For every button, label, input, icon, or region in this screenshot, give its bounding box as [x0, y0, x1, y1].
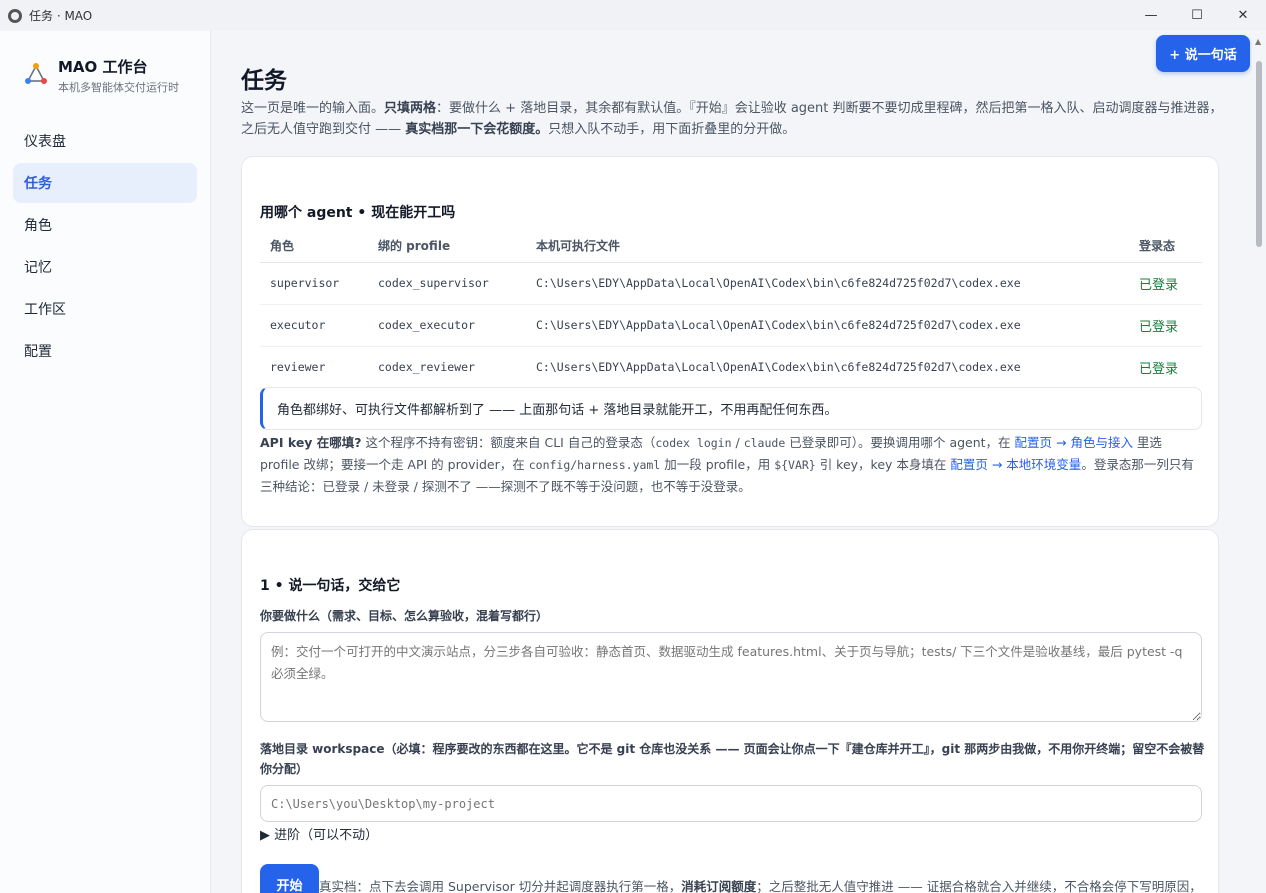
- login-status-cell: 已登录: [1129, 304, 1202, 347]
- role-cell: supervisor: [260, 262, 368, 305]
- brand-name: MAO 工作台: [58, 58, 148, 76]
- page-description: 这一页是唯一的输入面。只填两格：要做什么 + 落地目录，其余都有默认值。『开始』…: [241, 98, 1226, 140]
- main-content: + 说一句话 任务 这一页是唯一的输入面。只填两格：要做什么 + 落地目录，其余…: [211, 31, 1252, 893]
- profile-cell: codex_supervisor: [368, 262, 526, 305]
- start-note-emphasis: 消耗订阅额度: [681, 879, 757, 893]
- config-env-link[interactable]: 配置页 → 本地环境变量: [950, 457, 1081, 472]
- start-button[interactable]: 开始: [260, 864, 319, 893]
- note-code: ${VAR}: [774, 458, 816, 472]
- note-text: /: [731, 435, 744, 450]
- table-row: supervisor codex_supervisor C:\Users\EDY…: [260, 262, 1202, 305]
- note-text: 引 key，key 本身填在: [815, 457, 951, 472]
- say-something-button[interactable]: + 说一句话: [1156, 35, 1250, 72]
- login-status-cell: 已登录: [1139, 361, 1179, 377]
- role-cell: reviewer: [270, 360, 326, 375]
- need-field-label: 你要做什么（需求、目标、怎么算验收，混着写都行）: [260, 609, 549, 623]
- sidebar-nav: 仪表盘 任务 角色 记忆 工作区 配置: [0, 121, 210, 371]
- close-button[interactable]: ✕: [1220, 0, 1266, 31]
- workspace-input[interactable]: [260, 785, 1202, 822]
- column-header-profile: 绑的 profile: [368, 229, 526, 263]
- note-text: 这个程序不持有密钥：额度来自 CLI 自己的登录态（: [361, 435, 656, 450]
- desc-part: 只想入队不动手，用下面折叠里的分开做。: [548, 122, 796, 137]
- window-titlebar: 任务 · MAO — ☐ ✕: [0, 0, 1266, 31]
- table-row: reviewer codex_reviewer C:\Users\EDY\App…: [260, 346, 1202, 388]
- task-input-card: 1 • 说一句话，交给它 你要做什么（需求、目标、怎么算验收，混着写都行） 落地…: [241, 529, 1219, 893]
- workspace-field-label: 落地目录 workspace（必填：程序要改的东西都在这里。它不是 git 仓库…: [260, 742, 1205, 776]
- note-text: 加一段 profile，用: [660, 457, 775, 472]
- config-roles-link[interactable]: 配置页 → 角色与接入: [1015, 435, 1133, 450]
- column-header-role: 角色: [260, 229, 368, 263]
- window-controls: — ☐ ✕: [1128, 0, 1266, 31]
- brand-subtitle: 本机多智能体交付运行时: [58, 81, 179, 94]
- note-code: claude: [743, 436, 786, 450]
- note-code: codex login: [655, 436, 732, 450]
- window-title: 任务 · MAO: [29, 9, 93, 23]
- exe-cell: C:\Users\EDY\AppData\Local\OpenAI\Codex\…: [536, 360, 1021, 375]
- table-header-row: 角色 绑的 profile 本机可执行文件 登录态: [260, 229, 1202, 263]
- scroll-up-icon[interactable]: ▲: [1255, 37, 1261, 46]
- sidebar-item-roles[interactable]: 角色: [13, 205, 197, 245]
- profile-cell: codex_executor: [368, 304, 526, 347]
- sidebar-item-tasks[interactable]: 任务: [13, 163, 197, 203]
- exe-cell: C:\Users\EDY\AppData\Local\OpenAI\Codex\…: [526, 262, 1129, 305]
- start-note-text: 真实档：点下去会调用 Supervisor 切分并起调度器执行第一格，: [319, 879, 682, 893]
- scroll-thumb[interactable]: [1256, 61, 1262, 247]
- desc-emphasis: 只填两格: [384, 101, 437, 116]
- sidebar-item-config[interactable]: 配置: [13, 331, 197, 371]
- column-header-login: 登录态: [1129, 229, 1202, 263]
- page-title: 任务: [241, 68, 287, 94]
- agent-table: 角色 绑的 profile 本机可执行文件 登录态 supervisor cod…: [260, 229, 1202, 388]
- login-status-cell: 已登录: [1129, 262, 1202, 305]
- app-icon: [8, 8, 22, 23]
- api-key-note: API key 在哪填? 这个程序不持有密钥：额度来自 CLI 自己的登录态（c…: [260, 432, 1205, 497]
- start-note-text: ；之后整批无人值守推进 —— 证据合格就合入并继续，不合格会停下写明原因，: [756, 879, 1202, 893]
- task-card-heading: 1 • 说一句话，交给它: [260, 578, 401, 594]
- ready-callout: 角色都绑好、可执行文件都解析到了 —— 上面那句话 + 落地目录就能开工，不用再…: [260, 387, 1202, 430]
- desc-emphasis: 真实档那一下会花额度。: [405, 122, 549, 137]
- sidebar-item-dashboard[interactable]: 仪表盘: [13, 121, 197, 161]
- note-code: config/harness.yaml: [528, 458, 661, 472]
- sidebar: MAO 工作台 本机多智能体交付运行时 仪表盘 任务 角色 记忆 工作区 配置: [0, 31, 211, 893]
- minimize-button[interactable]: —: [1128, 0, 1174, 31]
- desc-part: 这一页是唯一的输入面。: [241, 101, 385, 116]
- sidebar-item-workspace[interactable]: 工作区: [13, 289, 197, 329]
- note-question: API key 在哪填?: [260, 435, 362, 450]
- advanced-toggle[interactable]: ▶ 进阶（可以不动）: [260, 824, 378, 843]
- agent-card-heading: 用哪个 agent • 现在能开工吗: [260, 205, 456, 221]
- brand: MAO 工作台 本机多智能体交付运行时: [0, 31, 210, 121]
- sidebar-item-memory[interactable]: 记忆: [13, 247, 197, 287]
- table-row: executor codex_executor C:\Users\EDY\App…: [260, 304, 1202, 347]
- start-note: 真实档：点下去会调用 Supervisor 切分并起调度器执行第一格，消耗订阅额…: [319, 876, 1202, 893]
- column-header-exe: 本机可执行文件: [526, 229, 1129, 263]
- scrollbar[interactable]: ▲: [1252, 31, 1266, 893]
- profile-cell: codex_reviewer: [378, 360, 475, 375]
- maximize-button[interactable]: ☐: [1174, 0, 1220, 31]
- brand-logo-icon: [24, 62, 48, 86]
- role-cell: executor: [260, 304, 368, 347]
- need-textarea[interactable]: [260, 632, 1202, 722]
- agent-status-card: 用哪个 agent • 现在能开工吗 角色 绑的 profile 本机可执行文件…: [241, 156, 1219, 527]
- note-text: 已登录即可）。要换调用哪个 agent，在: [785, 435, 1015, 450]
- exe-cell: C:\Users\EDY\AppData\Local\OpenAI\Codex\…: [526, 304, 1129, 347]
